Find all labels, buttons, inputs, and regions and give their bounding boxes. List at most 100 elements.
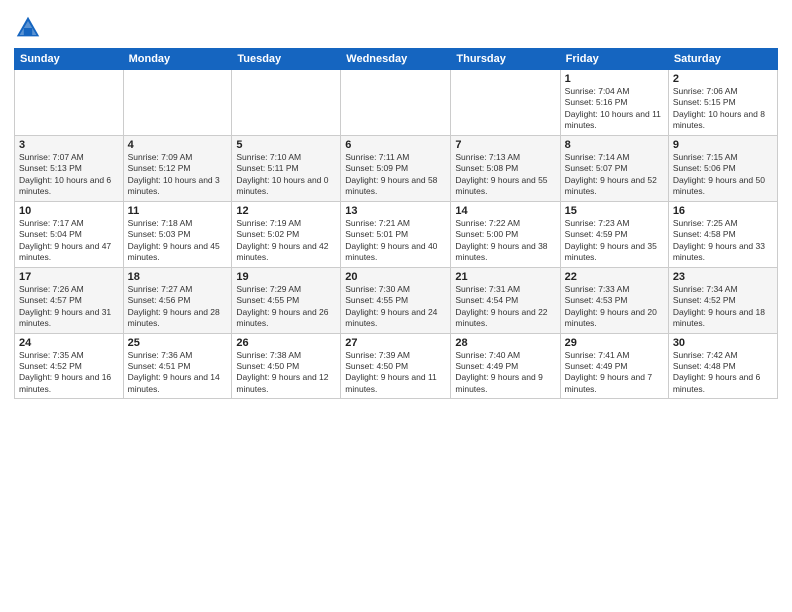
day-cell: 25Sunrise: 7:36 AM Sunset: 4:51 PM Dayli… [123,333,232,399]
day-info: Sunrise: 7:22 AM Sunset: 5:00 PM Dayligh… [455,218,555,264]
day-info: Sunrise: 7:35 AM Sunset: 4:52 PM Dayligh… [19,350,119,396]
day-number: 10 [19,205,119,217]
day-cell: 22Sunrise: 7:33 AM Sunset: 4:53 PM Dayli… [560,267,668,333]
day-number: 23 [673,271,773,283]
day-number: 16 [673,205,773,217]
day-number: 4 [128,139,228,151]
day-number: 14 [455,205,555,217]
day-cell: 12Sunrise: 7:19 AM Sunset: 5:02 PM Dayli… [232,201,341,267]
day-header-thursday: Thursday [451,49,560,70]
day-cell: 21Sunrise: 7:31 AM Sunset: 4:54 PM Dayli… [451,267,560,333]
day-cell: 16Sunrise: 7:25 AM Sunset: 4:58 PM Dayli… [668,201,777,267]
day-info: Sunrise: 7:29 AM Sunset: 4:55 PM Dayligh… [236,284,336,330]
day-cell: 23Sunrise: 7:34 AM Sunset: 4:52 PM Dayli… [668,267,777,333]
day-cell: 8Sunrise: 7:14 AM Sunset: 5:07 PM Daylig… [560,135,668,201]
day-info: Sunrise: 7:09 AM Sunset: 5:12 PM Dayligh… [128,152,228,198]
day-cell: 13Sunrise: 7:21 AM Sunset: 5:01 PM Dayli… [341,201,451,267]
day-cell [123,70,232,136]
day-cell: 11Sunrise: 7:18 AM Sunset: 5:03 PM Dayli… [123,201,232,267]
day-info: Sunrise: 7:07 AM Sunset: 5:13 PM Dayligh… [19,152,119,198]
day-info: Sunrise: 7:42 AM Sunset: 4:48 PM Dayligh… [673,350,773,396]
day-number: 17 [19,271,119,283]
day-cell: 30Sunrise: 7:42 AM Sunset: 4:48 PM Dayli… [668,333,777,399]
day-info: Sunrise: 7:41 AM Sunset: 4:49 PM Dayligh… [565,350,664,396]
day-number: 20 [345,271,446,283]
day-info: Sunrise: 7:21 AM Sunset: 5:01 PM Dayligh… [345,218,446,264]
week-row-0: 1Sunrise: 7:04 AM Sunset: 5:16 PM Daylig… [15,70,778,136]
day-number: 19 [236,271,336,283]
day-number: 22 [565,271,664,283]
page: SundayMondayTuesdayWednesdayThursdayFrid… [0,0,792,405]
day-number: 5 [236,139,336,151]
day-info: Sunrise: 7:38 AM Sunset: 4:50 PM Dayligh… [236,350,336,396]
day-cell: 4Sunrise: 7:09 AM Sunset: 5:12 PM Daylig… [123,135,232,201]
day-header-wednesday: Wednesday [341,49,451,70]
day-info: Sunrise: 7:10 AM Sunset: 5:11 PM Dayligh… [236,152,336,198]
week-row-2: 10Sunrise: 7:17 AM Sunset: 5:04 PM Dayli… [15,201,778,267]
day-cell: 24Sunrise: 7:35 AM Sunset: 4:52 PM Dayli… [15,333,124,399]
day-info: Sunrise: 7:18 AM Sunset: 5:03 PM Dayligh… [128,218,228,264]
day-number: 24 [19,337,119,349]
day-cell [341,70,451,136]
day-cell: 9Sunrise: 7:15 AM Sunset: 5:06 PM Daylig… [668,135,777,201]
logo-icon [14,14,42,42]
week-row-4: 24Sunrise: 7:35 AM Sunset: 4:52 PM Dayli… [15,333,778,399]
day-info: Sunrise: 7:06 AM Sunset: 5:15 PM Dayligh… [673,86,773,132]
day-number: 8 [565,139,664,151]
day-number: 11 [128,205,228,217]
day-number: 7 [455,139,555,151]
logo [14,14,46,42]
day-cell [15,70,124,136]
day-info: Sunrise: 7:17 AM Sunset: 5:04 PM Dayligh… [19,218,119,264]
day-number: 26 [236,337,336,349]
day-cell: 2Sunrise: 7:06 AM Sunset: 5:15 PM Daylig… [668,70,777,136]
calendar: SundayMondayTuesdayWednesdayThursdayFrid… [14,48,778,399]
day-header-tuesday: Tuesday [232,49,341,70]
day-number: 29 [565,337,664,349]
day-header-friday: Friday [560,49,668,70]
day-info: Sunrise: 7:04 AM Sunset: 5:16 PM Dayligh… [565,86,664,132]
day-cell: 7Sunrise: 7:13 AM Sunset: 5:08 PM Daylig… [451,135,560,201]
day-info: Sunrise: 7:26 AM Sunset: 4:57 PM Dayligh… [19,284,119,330]
header [14,10,778,42]
day-number: 13 [345,205,446,217]
day-cell: 29Sunrise: 7:41 AM Sunset: 4:49 PM Dayli… [560,333,668,399]
day-cell: 20Sunrise: 7:30 AM Sunset: 4:55 PM Dayli… [341,267,451,333]
day-info: Sunrise: 7:36 AM Sunset: 4:51 PM Dayligh… [128,350,228,396]
day-info: Sunrise: 7:25 AM Sunset: 4:58 PM Dayligh… [673,218,773,264]
day-number: 21 [455,271,555,283]
day-header-saturday: Saturday [668,49,777,70]
day-number: 25 [128,337,228,349]
week-row-1: 3Sunrise: 7:07 AM Sunset: 5:13 PM Daylig… [15,135,778,201]
day-header-monday: Monday [123,49,232,70]
day-cell: 28Sunrise: 7:40 AM Sunset: 4:49 PM Dayli… [451,333,560,399]
day-cell: 18Sunrise: 7:27 AM Sunset: 4:56 PM Dayli… [123,267,232,333]
day-cell: 10Sunrise: 7:17 AM Sunset: 5:04 PM Dayli… [15,201,124,267]
day-cell: 3Sunrise: 7:07 AM Sunset: 5:13 PM Daylig… [15,135,124,201]
day-info: Sunrise: 7:15 AM Sunset: 5:06 PM Dayligh… [673,152,773,198]
day-cell: 14Sunrise: 7:22 AM Sunset: 5:00 PM Dayli… [451,201,560,267]
day-cell: 1Sunrise: 7:04 AM Sunset: 5:16 PM Daylig… [560,70,668,136]
day-cell: 5Sunrise: 7:10 AM Sunset: 5:11 PM Daylig… [232,135,341,201]
day-cell: 19Sunrise: 7:29 AM Sunset: 4:55 PM Dayli… [232,267,341,333]
day-cell: 6Sunrise: 7:11 AM Sunset: 5:09 PM Daylig… [341,135,451,201]
day-info: Sunrise: 7:31 AM Sunset: 4:54 PM Dayligh… [455,284,555,330]
day-info: Sunrise: 7:11 AM Sunset: 5:09 PM Dayligh… [345,152,446,198]
day-number: 18 [128,271,228,283]
day-cell [451,70,560,136]
day-number: 9 [673,139,773,151]
day-info: Sunrise: 7:39 AM Sunset: 4:50 PM Dayligh… [345,350,446,396]
day-cell: 15Sunrise: 7:23 AM Sunset: 4:59 PM Dayli… [560,201,668,267]
day-number: 27 [345,337,446,349]
day-number: 30 [673,337,773,349]
day-info: Sunrise: 7:13 AM Sunset: 5:08 PM Dayligh… [455,152,555,198]
day-number: 2 [673,73,773,85]
day-cell [232,70,341,136]
calendar-body: 1Sunrise: 7:04 AM Sunset: 5:16 PM Daylig… [15,70,778,399]
day-info: Sunrise: 7:14 AM Sunset: 5:07 PM Dayligh… [565,152,664,198]
day-info: Sunrise: 7:34 AM Sunset: 4:52 PM Dayligh… [673,284,773,330]
week-row-3: 17Sunrise: 7:26 AM Sunset: 4:57 PM Dayli… [15,267,778,333]
day-info: Sunrise: 7:33 AM Sunset: 4:53 PM Dayligh… [565,284,664,330]
day-number: 1 [565,73,664,85]
day-number: 12 [236,205,336,217]
